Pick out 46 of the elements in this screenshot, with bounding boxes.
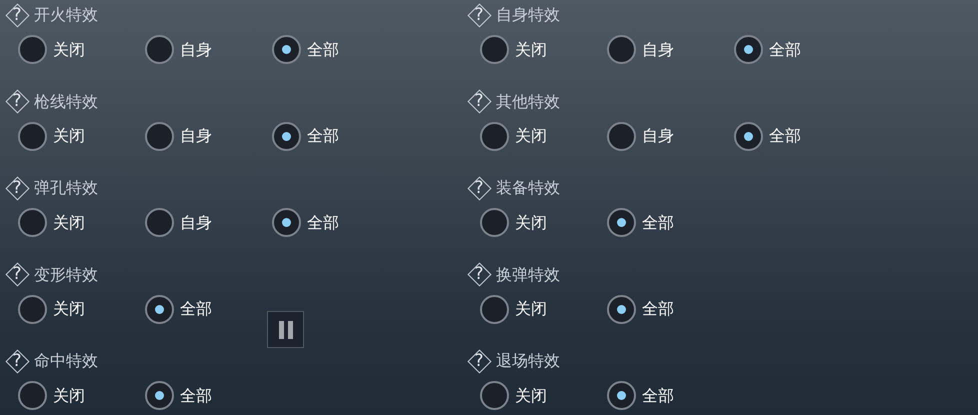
setting-title: 其他特效 (496, 90, 560, 113)
radio-option[interactable]: 全部 (734, 122, 861, 151)
setting-title: 自身特效 (496, 4, 560, 26)
radio-option[interactable]: 自身 (607, 122, 734, 151)
help-icon[interactable]: ? (466, 262, 492, 288)
radio-option[interactable]: 全部 (145, 381, 272, 410)
help-icon[interactable]: ? (466, 2, 492, 28)
help-icon[interactable]: ? (4, 2, 30, 28)
help-icon[interactable]: ? (4, 262, 30, 288)
setting-title: 换弹特效 (496, 264, 560, 286)
radio-option[interactable]: 自身 (145, 35, 272, 64)
help-icon[interactable]: ? (466, 88, 492, 115)
radio-option[interactable]: 关闭 (480, 35, 607, 64)
radio-option[interactable]: 全部 (607, 381, 734, 410)
help-icon[interactable]: ? (466, 175, 492, 202)
radio-option[interactable]: 关闭 (18, 208, 145, 238)
pause-button[interactable] (267, 311, 304, 348)
setting-title: 变形特效 (34, 264, 98, 286)
radio-option[interactable]: 自身 (145, 122, 272, 151)
help-icon[interactable]: ? (4, 88, 30, 115)
setting-title: 开火特效 (34, 4, 98, 26)
radio-option[interactable]: 关闭 (18, 122, 145, 151)
setting-title: 弹孔特效 (34, 177, 98, 200)
setting-title: 枪线特效 (34, 90, 98, 113)
setting-title: 命中特效 (34, 350, 98, 372)
setting-title: 装备特效 (496, 177, 560, 200)
help-icon[interactable]: ? (466, 348, 492, 374)
pause-icon (278, 320, 294, 338)
radio-option[interactable]: 全部 (272, 122, 399, 151)
radio-option[interactable]: 全部 (272, 208, 399, 238)
setting-title: 退场特效 (496, 350, 560, 372)
radio-option[interactable]: 全部 (607, 208, 734, 238)
radio-option[interactable]: 关闭 (18, 381, 145, 410)
radio-option[interactable]: 关闭 (18, 294, 145, 324)
radio-option[interactable]: 关闭 (480, 208, 607, 238)
radio-option[interactable]: 全部 (607, 294, 734, 324)
radio-option[interactable]: 关闭 (480, 381, 607, 410)
radio-option[interactable]: 全部 (734, 35, 861, 64)
help-icon[interactable]: ? (4, 175, 30, 202)
radio-option[interactable]: 关闭 (18, 35, 145, 64)
radio-option[interactable]: 关闭 (480, 122, 607, 151)
radio-option[interactable]: 全部 (272, 35, 399, 64)
radio-option[interactable]: 自身 (607, 35, 734, 64)
radio-option[interactable]: 关闭 (480, 294, 607, 324)
radio-option[interactable]: 自身 (145, 208, 272, 238)
help-icon[interactable]: ? (4, 348, 30, 374)
